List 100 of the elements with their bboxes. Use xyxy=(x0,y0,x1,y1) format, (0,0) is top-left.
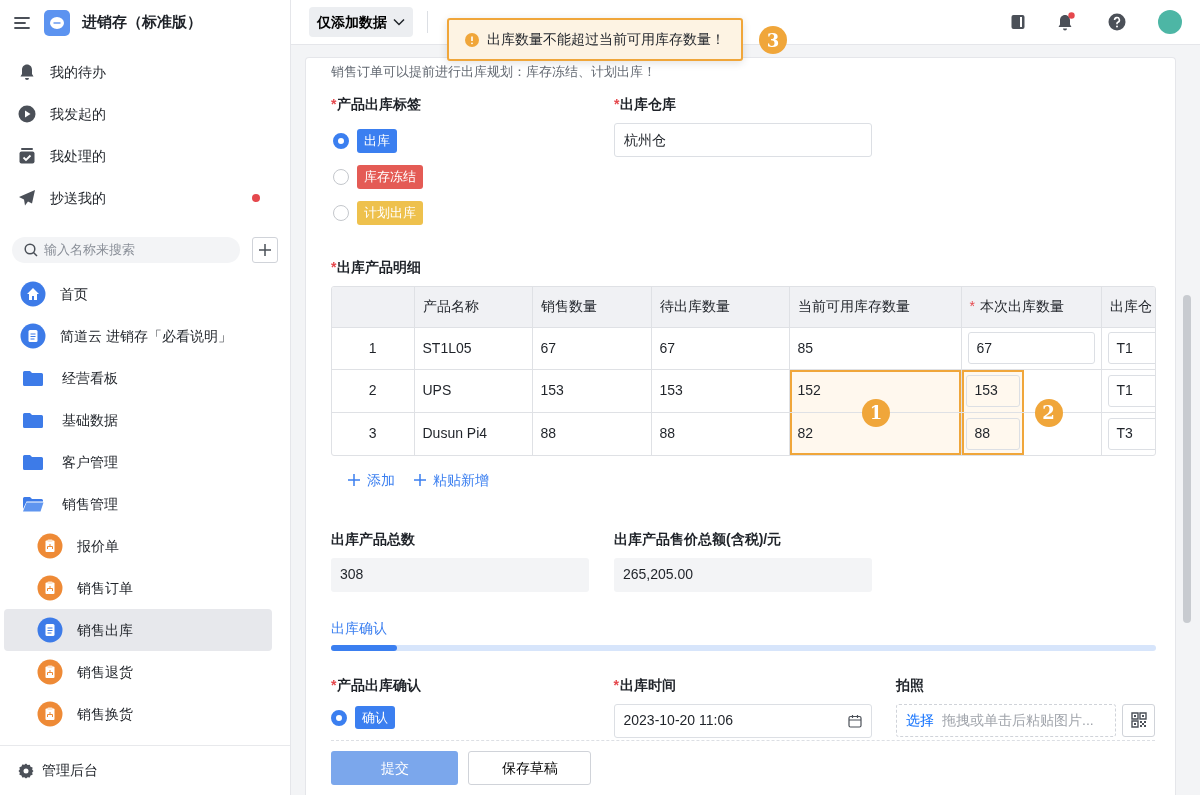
error-toast: 出库数量不能超过当前可用库存数量！ xyxy=(447,18,743,61)
table-cell: Dusun Pi4 xyxy=(422,425,488,441)
avatar[interactable] xyxy=(1158,10,1182,34)
quantity-field[interactable]: 88 xyxy=(965,417,1020,450)
menu-icon[interactable] xyxy=(14,15,32,30)
required-mark: * xyxy=(613,676,619,693)
nav-item[interactable]: 基础数据 xyxy=(4,399,272,441)
nav-item[interactable]: 经营看板 xyxy=(4,357,272,399)
scrollbar-thumb[interactable] xyxy=(1183,295,1191,623)
field-label: 出库时间 xyxy=(619,676,676,693)
table-cell: UPS xyxy=(422,382,452,398)
field-label: 产品出库标签 xyxy=(337,96,422,112)
sidebar-item[interactable]: 抄送我的 xyxy=(0,177,290,219)
quantity-field[interactable]: T1 xyxy=(1107,332,1155,364)
field-label: 产品出库确认 xyxy=(337,676,422,693)
settings-icon[interactable] xyxy=(18,762,34,779)
sidebar-item[interactable]: 我发起的 xyxy=(0,93,290,135)
clipboard-icon xyxy=(37,533,63,559)
warehouse-field[interactable]: 杭州仓 xyxy=(614,123,872,157)
nav-item[interactable]: 销售退货 xyxy=(4,651,272,693)
home-icon xyxy=(20,281,46,307)
select-link[interactable]: 选择 xyxy=(906,709,934,731)
table-cell: 85 xyxy=(797,339,814,356)
upload-field[interactable]: 选择 拖拽或单击后粘贴图片... xyxy=(896,703,1116,737)
section-tab[interactable]: 出库确认 xyxy=(331,619,387,636)
table-cell: 88 xyxy=(540,425,557,441)
column-header: 产品名称 xyxy=(422,298,479,315)
quantity-field[interactable]: 153 xyxy=(965,374,1020,407)
required-mark: * xyxy=(614,96,620,112)
nav-item[interactable]: 销售管理 xyxy=(4,483,272,525)
table-cell: 153 xyxy=(540,382,564,398)
add-link[interactable]: 粘贴新增 xyxy=(413,469,489,491)
required-mark: * xyxy=(969,298,975,315)
plus-icon xyxy=(413,473,427,487)
quantity-field[interactable]: T3 xyxy=(1107,417,1155,450)
caret-icon xyxy=(393,18,405,26)
required-mark: * xyxy=(331,676,337,693)
field-label: 拍照 xyxy=(896,676,924,693)
save-draft-button[interactable]: 保存草稿 xyxy=(468,751,591,785)
plus-icon xyxy=(258,243,272,257)
app-logo-icon xyxy=(44,9,70,36)
nav-item[interactable]: 客户管理 xyxy=(4,441,272,483)
tab-indicator xyxy=(331,644,397,651)
qr-code-icon xyxy=(1130,712,1147,728)
qr-code-button[interactable] xyxy=(1122,703,1155,737)
clipboard-icon xyxy=(37,701,63,727)
radio-button[interactable] xyxy=(333,169,349,185)
sidebar-item[interactable]: 我的待办 xyxy=(0,51,290,93)
add-link[interactable]: 添加 xyxy=(347,469,395,491)
plus-icon xyxy=(347,473,361,487)
folder-icon xyxy=(22,453,44,471)
quantity-field[interactable]: 67 xyxy=(967,332,1095,364)
nav-item[interactable]: 首页 xyxy=(4,273,272,315)
required-mark: * xyxy=(331,259,337,275)
admin-link[interactable]: 管理后台 xyxy=(42,760,98,781)
document-icon xyxy=(20,323,46,349)
add-button[interactable] xyxy=(252,237,278,263)
table-cell: 153 xyxy=(659,382,683,398)
date-time-field[interactable]: 2023-10-20 11:06 xyxy=(613,703,872,738)
send-icon xyxy=(18,189,36,207)
table-cell: 2 xyxy=(368,382,377,398)
document-icon xyxy=(37,617,63,643)
option-tag: 出库 xyxy=(357,129,397,153)
nav-item[interactable]: 报价单 xyxy=(4,525,272,567)
table-cell: 3 xyxy=(368,425,377,441)
table-cell: 1 xyxy=(368,339,377,356)
folder-icon xyxy=(22,411,44,429)
bell-icon xyxy=(18,63,36,81)
field-label: 出库仓库 xyxy=(620,96,677,112)
sidebar-item[interactable]: 我处理的 xyxy=(0,135,290,177)
nav-item[interactable]: 销售换货 xyxy=(4,693,272,735)
notification-bell-icon[interactable] xyxy=(1056,12,1076,32)
option-tag: 计划出库 xyxy=(357,201,423,225)
field-label: 出库产品售价总额(含税)/元 xyxy=(614,530,782,547)
column-header: 本次出库数量 xyxy=(979,298,1064,315)
column-header: 出库仓 xyxy=(1109,298,1152,315)
notebook-icon[interactable] xyxy=(1010,14,1026,30)
mode-dropdown[interactable]: 仅添加数据 xyxy=(309,7,413,37)
readonly-field: 308 xyxy=(331,557,589,592)
required-mark: * xyxy=(331,96,337,112)
clipboard-icon xyxy=(37,659,63,685)
help-icon[interactable] xyxy=(1108,13,1126,31)
open-folder-icon xyxy=(22,495,44,513)
option-tag: 确认 xyxy=(355,705,395,730)
radio-button[interactable] xyxy=(331,709,347,726)
nav-item[interactable]: 销售订单 xyxy=(4,567,272,609)
column-header: 销售数量 xyxy=(540,298,597,315)
warning-icon xyxy=(465,32,479,47)
callout-number: 2 xyxy=(1034,398,1063,427)
nav-item[interactable]: 销售出库 xyxy=(4,609,272,651)
folder-icon xyxy=(22,369,44,387)
calendar-icon xyxy=(847,713,862,728)
column-header: 当前可用库存数量 xyxy=(797,298,910,315)
quantity-field[interactable]: T1 xyxy=(1107,374,1155,407)
radio-button[interactable] xyxy=(333,205,349,221)
callout-number: 3 xyxy=(759,26,787,54)
nav-item[interactable]: 简道云 进销存「必看说明」 xyxy=(4,315,272,357)
radio-button[interactable] xyxy=(333,133,349,149)
field-label: 出库产品总数 xyxy=(331,530,415,547)
table-cell: 67 xyxy=(540,339,557,356)
